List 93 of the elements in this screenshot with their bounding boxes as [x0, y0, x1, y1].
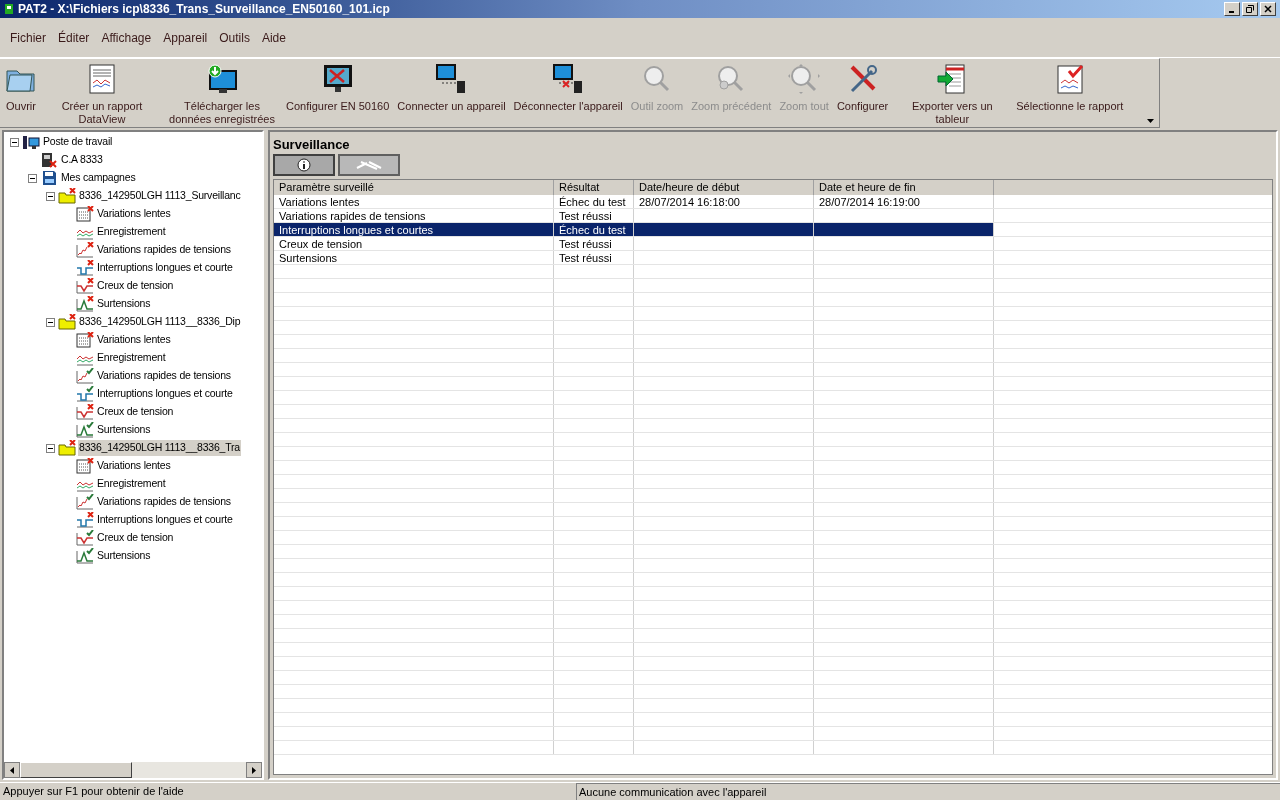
monitor-download-icon	[205, 63, 239, 95]
toolbar-button[interactable]: Créer un rapport DataView	[42, 63, 162, 126]
tree-item[interactable]: Variations lentes	[96, 458, 172, 474]
table-cell: Surtensions	[274, 251, 554, 264]
restore-button[interactable]	[1242, 2, 1258, 16]
table-cell: Test réussi	[554, 237, 634, 250]
table-cell: 28/07/2014 16:19:00	[814, 195, 994, 208]
tree-item[interactable]: Variations rapides de tensions	[96, 242, 232, 258]
tree-item[interactable]: Surtensions	[96, 422, 152, 438]
restore-icon	[1246, 5, 1254, 13]
table-cell: Test réussi	[554, 251, 634, 264]
table-cell: 28/07/2014 16:18:00	[634, 195, 814, 208]
folder-icon	[58, 314, 76, 330]
tree-item[interactable]: Variations rapides de tensions	[96, 368, 232, 384]
collapse-toggle[interactable]	[10, 137, 19, 147]
tree-item[interactable]: Surtensions	[96, 296, 152, 312]
device-icon	[40, 152, 58, 168]
tree-item[interactable]: Creux de tension	[96, 278, 175, 294]
toolbar-button[interactable]: Télécharger les données enregistrées	[162, 63, 282, 126]
menu-item[interactable]: Fichier	[4, 28, 52, 47]
app-icon	[4, 3, 14, 15]
toolbar-button[interactable]: Exporter vers un tableur	[892, 63, 1013, 126]
table-row[interactable]: Variations lentes Échec du test 28/07/2014 16:18:00 28/07/2014 16:19:00	[274, 195, 1272, 209]
collapse-toggle[interactable]	[46, 191, 55, 201]
panel-title: Surveillance	[272, 136, 351, 154]
tree-item[interactable]: Enregistrement	[96, 476, 167, 492]
column-header[interactable]: Paramètre surveillé	[274, 180, 554, 195]
scroll-right-icon[interactable]	[252, 766, 256, 774]
folder-icon	[58, 188, 76, 204]
info-button[interactable]	[273, 154, 335, 176]
tree-item[interactable]: C.A 8333	[60, 152, 104, 168]
tree-item[interactable]: Variations rapides de tensions	[96, 494, 232, 510]
tree-item[interactable]: Creux de tension	[96, 404, 175, 420]
table-cell: Interruptions longues et courtes	[274, 223, 554, 236]
tree-item[interactable]: Enregistrement	[96, 350, 167, 366]
tree-item[interactable]: Creux de tension	[96, 530, 175, 546]
tree-item[interactable]: 8336_142950LGH 1113_Surveillanc	[78, 188, 242, 204]
toolbar-button[interactable]: Ouvrir	[0, 63, 42, 113]
toolbar-button[interactable]: Sélectionne le rapport	[1012, 63, 1128, 113]
minus-icon	[48, 319, 53, 325]
minimize-button[interactable]	[1224, 2, 1240, 16]
tree-item[interactable]: Mes campagnes	[60, 170, 137, 186]
horizontal-scrollbar[interactable]	[4, 762, 262, 778]
collapse-toggle[interactable]	[46, 443, 55, 453]
minus-icon	[30, 175, 35, 181]
table-cell: Échec du test	[554, 195, 634, 208]
table-row[interactable]: Interruptions longues et courtes Échec du test	[274, 223, 1272, 237]
table-cell: Échec du test	[554, 223, 634, 236]
tree-item[interactable]: Interruptions longues et courte	[96, 260, 234, 276]
tree-item[interactable]: 8336_142950LGH 1113__8336_Dip	[78, 314, 242, 330]
toolbar-button[interactable]: Déconnecter l'appareil	[509, 63, 627, 113]
minus-icon	[12, 139, 17, 145]
menu-item[interactable]: Aide	[255, 28, 292, 47]
dropdown-caret-icon[interactable]	[1147, 119, 1154, 123]
tree-item[interactable]: Enregistrement	[96, 224, 167, 240]
table-row[interactable]: Surtensions Test réussi	[274, 251, 1272, 265]
table-cell: Variations rapides de tensions	[274, 209, 554, 222]
table-cell: Test réussi	[554, 209, 634, 222]
toolbar-button[interactable]: Connecter un appareil	[393, 63, 510, 113]
info-icon	[297, 158, 311, 172]
menu-item[interactable]: Appareil	[157, 28, 214, 47]
tree-item[interactable]: Surtensions	[96, 548, 152, 564]
column-header[interactable]: Date/heure de début	[634, 180, 814, 195]
close-icon	[1264, 5, 1272, 13]
tree-item[interactable]: Variations lentes	[96, 206, 172, 222]
menu-item[interactable]: Éditer	[52, 28, 96, 47]
table-cell: Creux de tension	[274, 237, 554, 250]
scroll-left-icon[interactable]	[10, 766, 14, 774]
column-header[interactable]: Résultat	[554, 180, 634, 195]
table-cell: Variations lentes	[274, 195, 554, 208]
tools-button[interactable]	[338, 154, 400, 176]
tree-item[interactable]: Interruptions longues et courte	[96, 386, 234, 402]
tree-item[interactable]: 8336_142950LGH 1113__8336_Tra	[78, 440, 241, 456]
magnifier-icon	[787, 63, 822, 95]
status-text: Aucune communication avec l'appareil	[576, 783, 1280, 800]
collapse-toggle[interactable]	[46, 317, 55, 327]
close-button[interactable]	[1260, 2, 1276, 16]
minus-icon	[48, 445, 53, 451]
tree-item[interactable]: Interruptions longues et courte	[96, 512, 234, 528]
menu-item[interactable]: Affichage	[95, 28, 158, 47]
table-row[interactable]: Creux de tension Test réussi	[274, 237, 1272, 251]
status-text: Appuyer sur F1 pour obtenir de l'aide	[2, 784, 185, 799]
tree-item[interactable]: Variations lentes	[96, 332, 172, 348]
minus-icon	[48, 193, 53, 199]
toolbar-button[interactable]: Configurer EN 50160	[282, 63, 394, 113]
menu-item[interactable]: Outils	[213, 28, 256, 47]
computer-icon	[22, 134, 40, 150]
tree-item[interactable]: Poste de travail	[42, 134, 114, 150]
window-title: PAT2 - X:\Fichiers icp\8336_Trans_Surveillance_EN50160_101.icp	[18, 1, 390, 18]
toolbar-button[interactable]: Configurer	[832, 63, 893, 113]
collapse-toggle[interactable]	[28, 173, 37, 183]
column-header[interactable]: Date et heure de fin	[814, 180, 994, 195]
folder-icon	[58, 440, 76, 456]
